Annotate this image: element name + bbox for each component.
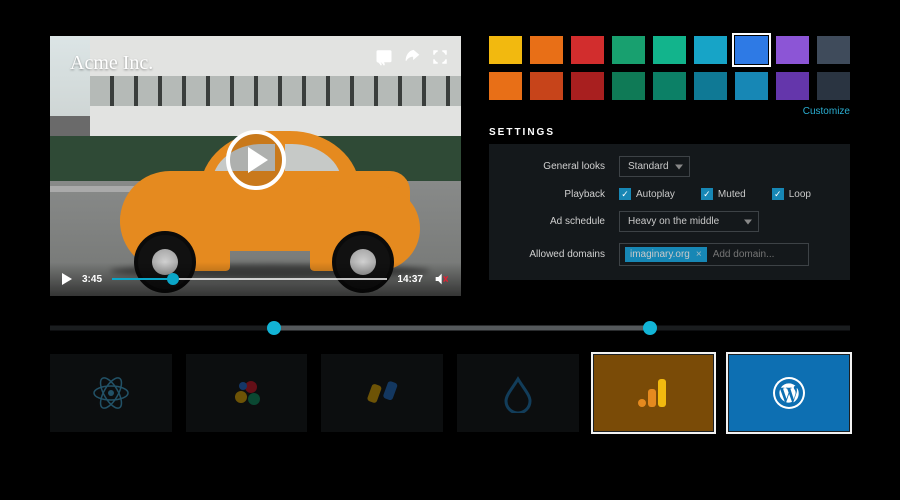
integration-cards [50, 354, 850, 432]
range-handle-start[interactable] [267, 321, 281, 335]
label-general-looks: General looks [505, 161, 605, 172]
accent-swatch[interactable] [817, 72, 850, 100]
accent-swatch[interactable] [653, 72, 686, 100]
accent-swatch[interactable] [776, 36, 809, 64]
progress-handle[interactable] [167, 273, 179, 285]
play-icon[interactable] [62, 273, 72, 285]
accent-swatch[interactable] [735, 72, 768, 100]
muted-checkbox[interactable]: Muted [701, 188, 746, 200]
mute-icon[interactable] [433, 271, 449, 287]
accent-swatch[interactable] [489, 72, 522, 100]
accent-swatch[interactable] [530, 72, 563, 100]
range-handle-end[interactable] [643, 321, 657, 335]
accent-swatch[interactable] [776, 72, 809, 100]
integration-wordpress[interactable] [728, 354, 850, 432]
ad-schedule-select[interactable]: Heavy on the middle [619, 211, 759, 232]
accent-swatch[interactable] [612, 36, 645, 64]
time-elapsed: 3:45 [82, 274, 102, 285]
play-button[interactable] [226, 130, 286, 190]
settings-panel: General looks Standard Playback Autoplay… [489, 144, 850, 280]
accent-swatch[interactable] [571, 36, 604, 64]
add-domain-input[interactable] [713, 249, 793, 260]
progress-bar[interactable] [112, 278, 387, 280]
integration-droplet[interactable] [457, 354, 579, 432]
accent-swatch[interactable] [489, 36, 522, 64]
fullscreen-icon[interactable] [431, 48, 449, 66]
cast-icon[interactable] [375, 48, 393, 66]
settings-heading: SETTINGS [489, 127, 850, 138]
brand-watermark: Acme Inc. [70, 52, 153, 75]
customize-link[interactable]: Customize [489, 106, 850, 117]
accent-swatch[interactable] [530, 36, 563, 64]
integration-adsense[interactable] [321, 354, 443, 432]
label-ad-schedule: Ad schedule [505, 216, 605, 227]
integration-google[interactable] [186, 354, 308, 432]
video-player[interactable]: Acme Inc. 3:45 14:37 [50, 36, 461, 296]
accent-swatch[interactable] [735, 36, 768, 64]
player-controls: 3:45 14:37 [50, 262, 461, 296]
accent-swatch[interactable] [612, 72, 645, 100]
accent-swatch[interactable] [694, 72, 727, 100]
remove-tag-icon[interactable]: × [696, 249, 702, 260]
time-total: 14:37 [397, 274, 423, 285]
accent-swatch[interactable] [817, 36, 850, 64]
accent-swatch[interactable] [694, 36, 727, 64]
integration-analytics[interactable] [593, 354, 715, 432]
timeline-range[interactable] [50, 322, 850, 334]
share-icon[interactable] [403, 48, 421, 66]
general-looks-select[interactable]: Standard [619, 156, 690, 177]
label-playback: Playback [505, 189, 605, 200]
loop-checkbox[interactable]: Loop [772, 188, 811, 200]
accent-swatch[interactable] [653, 36, 686, 64]
allowed-domains-field[interactable]: imaginary.org× [619, 243, 809, 266]
autoplay-checkbox[interactable]: Autoplay [619, 188, 675, 200]
accent-swatch[interactable] [571, 72, 604, 100]
domain-tag[interactable]: imaginary.org× [625, 247, 707, 262]
label-allowed-domains: Allowed domains [505, 249, 605, 260]
accent-swatches [489, 36, 850, 100]
integration-react[interactable] [50, 354, 172, 432]
